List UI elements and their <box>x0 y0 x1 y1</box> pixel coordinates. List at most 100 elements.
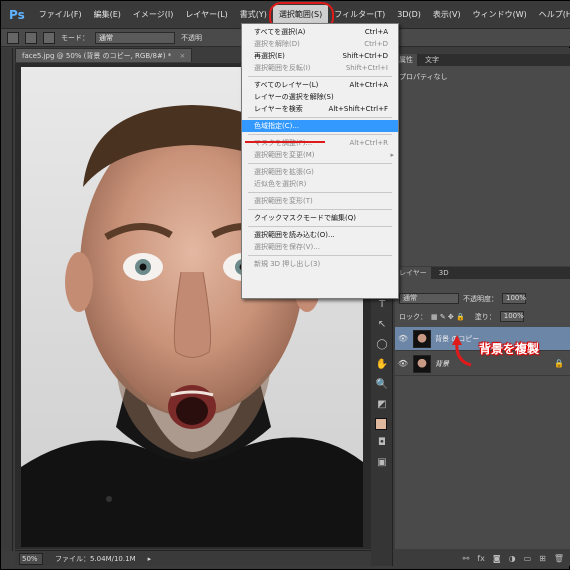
layers-footer: ⚯ fx ◙ ◑ ▭ ⊞ 🗑 <box>395 550 570 566</box>
submenu-arrow-icon: ▸ <box>390 151 394 159</box>
tab-layers[interactable]: レイヤー <box>395 267 431 279</box>
lock-row: ロック： ▦ ✎ ✥ 🔒 塗り： 100% <box>399 311 524 322</box>
type-tool-icon[interactable]: T <box>375 298 389 312</box>
menu-help[interactable]: ヘルプ(H) <box>533 5 570 25</box>
menu-item[interactable]: 選択を解除(D) Ctrl+D <box>242 38 398 50</box>
menu-item[interactable]: レイヤーを検索 Alt+Shift+Ctrl+F <box>242 103 398 115</box>
hand-tool-icon[interactable]: ✋ <box>375 358 389 372</box>
menu-type[interactable]: 書式(Y) <box>234 5 273 25</box>
path-select-icon[interactable]: ↖ <box>375 318 389 332</box>
document-tab[interactable]: face5.jpg @ 50% (背景 のコピー, RGB/8#) * × <box>15 48 193 62</box>
properties-tabs: 属性 文字 <box>395 54 570 66</box>
menu-item-shortcut: Shift+Ctrl+D <box>342 52 389 60</box>
menu-item-shortcut: Ctrl+D <box>364 40 388 48</box>
close-icon[interactable]: × <box>180 52 186 60</box>
menu-3d[interactable]: 3D(D) <box>391 5 427 25</box>
status-bar: 50% ファイル：5.04M/10.1M ▸ <box>15 550 371 566</box>
fill-field[interactable]: 100% <box>499 311 524 322</box>
menu-item[interactable]: すべてのレイヤー(L) Alt+Ctrl+A <box>242 79 398 91</box>
menu-separator <box>248 226 392 227</box>
lock-icons[interactable]: ▦ ✎ ✥ 🔒 <box>431 313 465 321</box>
layers-tabs: レイヤー 3D <box>395 267 570 279</box>
menu-item[interactable]: 選択範囲を拡張(G) <box>242 166 398 178</box>
status-arrow-icon[interactable]: ▸ <box>148 555 152 563</box>
menu-window[interactable]: ウィンドウ(W) <box>467 5 533 25</box>
tab-3d[interactable]: 3D <box>435 267 453 279</box>
opacity-field[interactable]: 100% <box>502 293 526 304</box>
folder-icon[interactable]: ▭ <box>524 554 532 563</box>
menu-item[interactable]: 新規 3D 押し出し(3) <box>242 258 398 270</box>
menu-item[interactable]: マスクを調整(F)... Alt+Ctrl+R <box>242 137 398 149</box>
highlight-underline <box>245 141 325 143</box>
annotation-arrow <box>452 335 472 367</box>
brush-tool-icon[interactable] <box>7 31 19 44</box>
menu-file[interactable]: ファイル(F) <box>33 5 88 25</box>
menu-item[interactable]: 再選択(E) Shift+Ctrl+D <box>242 50 398 62</box>
layer-name[interactable]: 背景 <box>435 359 449 369</box>
brush-panel-icon[interactable] <box>43 31 55 44</box>
blend-mode-select[interactable]: 通常 <box>399 293 459 304</box>
photoshop-window: Ps ファイル(F) 編集(E) イメージ(I) レイヤー(L) 書式(Y) 選… <box>0 0 570 570</box>
zoom-field[interactable]: 50% <box>19 552 43 565</box>
blend-row: 通常 不透明度： 100% <box>399 293 526 304</box>
mode-label: モード： <box>61 33 89 42</box>
eye-icon[interactable]: 👁 <box>397 358 409 370</box>
quick-mask-icon[interactable]: ◘ <box>375 436 389 450</box>
brush-preset-icon[interactable] <box>25 31 37 44</box>
menu-separator <box>248 209 392 210</box>
menu-layer[interactable]: レイヤー(L) <box>179 5 233 25</box>
fx-icon[interactable]: fx <box>477 554 485 563</box>
foreground-color-swatch[interactable] <box>375 418 387 430</box>
menu-item-label: 近似色を選択(R) <box>254 180 307 188</box>
menu-item-label: すべてを選択(A) <box>254 28 306 36</box>
trash-icon[interactable]: 🗑 <box>554 554 564 563</box>
eye-icon[interactable]: 👁 <box>397 333 409 345</box>
menu-item[interactable]: すべてを選択(A) Ctrl+A <box>242 26 398 38</box>
menu-separator <box>248 192 392 193</box>
menu-item-label: 選択範囲を拡張(G) <box>254 168 314 176</box>
menu-item-label: 選択範囲を変形(T) <box>254 197 313 205</box>
menu-item-shortcut: Ctrl+A <box>364 28 388 36</box>
menu-view[interactable]: 表示(V) <box>427 5 467 25</box>
menu-filter[interactable]: フィルター(T) <box>328 5 391 25</box>
menu-item[interactable]: 選択範囲を反転(I) Shift+Ctrl+I <box>242 62 398 74</box>
menu-separator <box>248 163 392 164</box>
menu-item-label: 色域指定(C)... <box>254 122 300 130</box>
menu-item[interactable]: 選択範囲を変更(M) ▸ <box>242 149 398 161</box>
new-layer-icon[interactable]: ⊞ <box>539 554 546 563</box>
layers-panel: 通常 不透明度： 100% ロック： ▦ ✎ ✥ 🔒 塗り： 100% 👁 背景… <box>395 279 570 549</box>
tools-panel <box>1 48 13 551</box>
file-info: ファイル：5.04M/10.1M <box>55 554 136 563</box>
menu-item-shortcut: Alt+Shift+Ctrl+F <box>328 105 388 113</box>
menu-item-label: 選択範囲を読み込む(O)... <box>254 231 335 239</box>
zoom-tool-icon[interactable]: 🔍 <box>375 378 389 392</box>
menu-item-label: 選択を解除(D) <box>254 40 300 48</box>
menu-item[interactable]: 選択範囲を保存(V)... <box>242 241 398 253</box>
link-layers-icon[interactable]: ⚯ <box>463 554 470 563</box>
menu-item-label: すべてのレイヤー(L) <box>254 81 319 89</box>
tab-character[interactable]: 文字 <box>421 54 443 66</box>
right-dock: T ↖ ◯ ✋ 🔍 ◩ ◘ ▣ 属性 文字 プロパティなし レイヤー 3D 通常… <box>371 48 570 566</box>
menu-select[interactable]: 選択範囲(S) <box>268 1 335 30</box>
menu-item[interactable]: 選択範囲を変形(T) <box>242 195 398 207</box>
shape-tool-icon[interactable]: ◯ <box>375 338 389 352</box>
menu-item[interactable]: クイックマスクモードで編集(Q) <box>242 212 398 224</box>
menu-item[interactable]: 近似色を選択(R) <box>242 178 398 190</box>
select-menu-dropdown: すべてを選択(A) Ctrl+A 選択を解除(D) Ctrl+D 再選択(E) Shift… <box>241 23 399 299</box>
screen-mode-icon[interactable]: ▣ <box>375 456 389 470</box>
menu-item[interactable]: 選択範囲を読み込む(O)... <box>242 229 398 241</box>
menu-item[interactable]: レイヤーの選択を解除(S) <box>242 91 398 103</box>
adjustment-icon[interactable]: ◑ <box>509 554 516 563</box>
menu-edit[interactable]: 編集(E) <box>88 5 127 25</box>
default-colors-icon[interactable]: ◩ <box>375 398 389 412</box>
mask-icon[interactable]: ◙ <box>493 554 501 563</box>
fill-label: 塗り： <box>474 312 496 321</box>
menu-image[interactable]: イメージ(I) <box>127 5 179 25</box>
menu-item[interactable]: 色域指定(C)... <box>242 120 398 132</box>
properties-empty-text: プロパティなし <box>399 73 448 81</box>
properties-panel: プロパティなし <box>395 66 570 266</box>
mode-select[interactable]: 通常 <box>95 31 175 44</box>
lock-icon: 🔒 <box>554 359 564 368</box>
menu-separator <box>248 134 392 135</box>
menu-item-label: レイヤーの選択を解除(S) <box>254 93 334 101</box>
